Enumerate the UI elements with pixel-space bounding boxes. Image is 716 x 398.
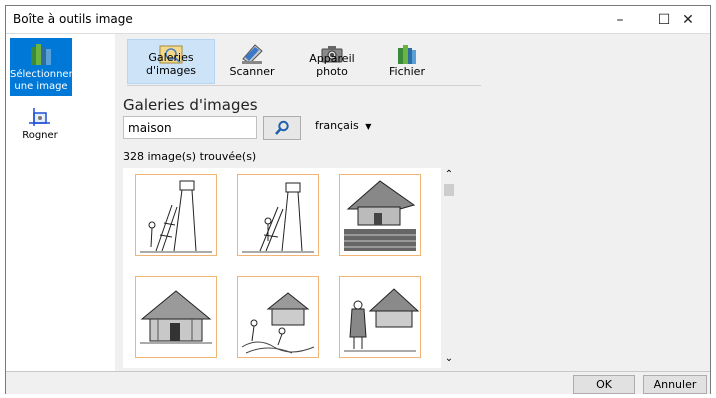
cancel-button[interactable]: Annuler	[643, 375, 707, 394]
tab-scanner[interactable]: Scanner	[224, 39, 280, 84]
left-panel: Sélectionner une image Rogner	[6, 34, 115, 371]
gallery-thumbnail[interactable]	[339, 174, 421, 256]
search-button[interactable]	[263, 116, 301, 140]
wooden-house-drawing	[140, 290, 212, 344]
thatched-house-garden-drawing	[344, 180, 416, 251]
house-woman-drawing	[344, 288, 420, 352]
select-image-button[interactable]: Sélectionner une image	[10, 38, 73, 96]
gallery-thumbnail[interactable]	[237, 174, 319, 256]
language-value: français	[315, 119, 359, 132]
books-icon	[398, 45, 416, 64]
books-icon	[31, 44, 51, 65]
result-count: 328 image(s) trouvée(s)	[123, 150, 257, 163]
gallery-heading: Galeries d'images	[123, 96, 258, 114]
tab-file-label: Fichier	[389, 65, 425, 78]
tab-image-galleries[interactable]: Galeries d'images	[127, 39, 215, 84]
search-icon	[275, 120, 289, 135]
gallery-thumbnail[interactable]	[237, 276, 319, 358]
gallery-thumbnail[interactable]	[339, 276, 421, 358]
scroll-down-icon[interactable]: ⌄	[441, 352, 457, 366]
tab-camera-label: Appareil photo	[309, 52, 355, 78]
image-toolbox-window: Boîte à outils image – ☐ ✕ Sélectionner …	[5, 5, 711, 394]
scanner-icon	[242, 44, 263, 64]
language-dropdown[interactable]: français ▼	[315, 119, 371, 132]
dropdown-arrow-icon: ▼	[365, 122, 372, 131]
scroll-up-icon[interactable]: ⌃	[441, 168, 457, 182]
ladder-tower-drawing	[140, 180, 212, 253]
crop-button[interactable]: Rogner	[14, 108, 66, 148]
crop-label: Rogner	[22, 130, 58, 141]
tab-file[interactable]: Fichier	[384, 39, 430, 84]
gallery-scrollbar[interactable]: ⌃ ⌄	[441, 168, 457, 368]
dialog-button-bar: OK Annuler	[6, 371, 710, 394]
image-gallery	[123, 168, 441, 368]
house-people-drawing	[241, 292, 315, 354]
content-area: Galeries d'images Scanner Appareil photo	[116, 34, 710, 371]
ok-button[interactable]: OK	[573, 375, 635, 394]
close-button[interactable]: ✕	[666, 6, 710, 33]
ladder-tower-drawing	[242, 182, 314, 253]
gallery-thumbnail[interactable]	[135, 276, 217, 358]
tab-scanner-label: Scanner	[229, 65, 275, 78]
minimize-button[interactable]: –	[598, 6, 642, 33]
select-image-label: Sélectionner une image	[10, 69, 73, 92]
tab-camera[interactable]: Appareil photo	[292, 39, 372, 84]
tab-image-galleries-label: Galeries d'images	[146, 51, 196, 77]
search-input[interactable]	[123, 116, 257, 139]
gallery-thumbnail[interactable]	[135, 174, 217, 256]
tab-divider	[127, 85, 481, 86]
title-bar: Boîte à outils image – ☐ ✕	[6, 6, 710, 34]
window-title: Boîte à outils image	[13, 12, 133, 26]
scroll-thumb[interactable]	[444, 184, 454, 196]
crop-icon	[29, 108, 50, 126]
